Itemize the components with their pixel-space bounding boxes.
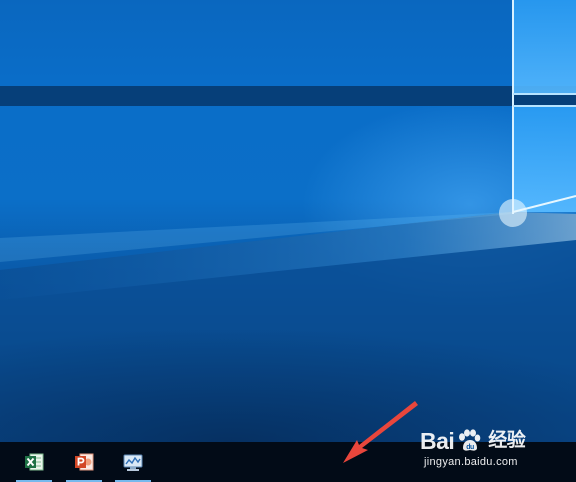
watermark-brand-suffix: 经验 xyxy=(488,430,526,451)
desktop-wallpaper[interactable] xyxy=(0,0,576,442)
taskbar-powerpoint-button[interactable] xyxy=(64,442,104,482)
powerpoint-icon xyxy=(73,451,95,473)
wallpaper-graphic xyxy=(0,0,576,442)
paw-icon: du xyxy=(456,429,482,453)
watermark-brand-prefix: Bai xyxy=(420,428,455,454)
window-pane-top xyxy=(513,0,576,94)
screen: Bai du 经验 jingyan.baidu.com xyxy=(0,0,576,482)
floor-shade xyxy=(0,300,576,442)
dark-band xyxy=(0,86,576,106)
window-glow xyxy=(499,199,527,227)
watermark-logo: Bai du 经验 xyxy=(420,428,526,454)
baidu-jingyan-watermark: Bai du 经验 jingyan.baidu.com xyxy=(420,428,568,472)
svg-text:du: du xyxy=(467,444,475,451)
taskbar-excel-button[interactable] xyxy=(14,442,54,482)
taskbar-monitor-app-button[interactable] xyxy=(113,442,153,482)
window-pane-bottom xyxy=(513,106,576,212)
monitor-app-icon xyxy=(122,451,144,473)
excel-icon xyxy=(23,451,45,473)
watermark-domain: jingyan.baidu.com xyxy=(424,456,518,468)
